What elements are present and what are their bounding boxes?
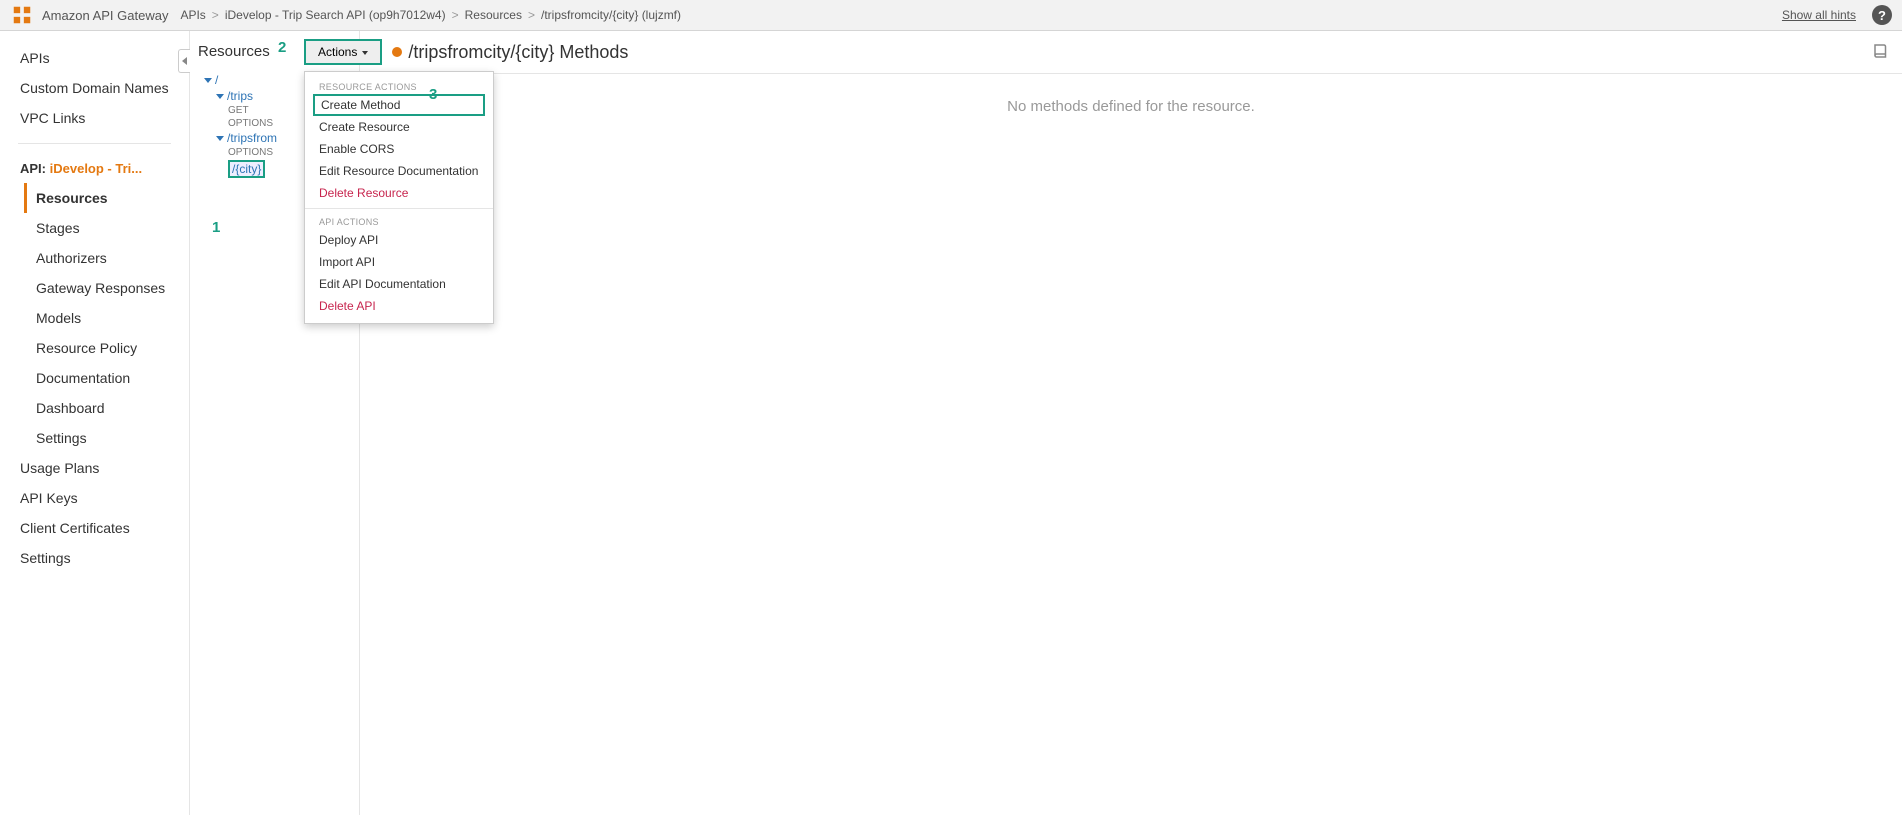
caret-down-icon — [204, 78, 212, 83]
actions-dropdown: RESOURCE ACTIONS Create Method 3 Create … — [304, 71, 494, 324]
nav-models[interactable]: Models — [0, 303, 189, 333]
resources-heading: Resources — [198, 43, 270, 60]
status-dot-icon — [392, 47, 402, 57]
annotation-3: 3 — [429, 86, 437, 103]
content-area: 2 Actions RESOURCE ACTIONS Create Method… — [360, 31, 1902, 815]
nav-api-keys[interactable]: API Keys — [0, 483, 189, 513]
dropdown-import-api[interactable]: Import API — [305, 251, 493, 273]
dropdown-create-method[interactable]: Create Method — [313, 94, 485, 116]
chevron-right-icon: > — [452, 8, 459, 22]
nav-apis[interactable]: APIs — [0, 43, 189, 73]
nav-settings-global[interactable]: Settings — [0, 543, 189, 573]
breadcrumb-resource[interactable]: /tripsfromcity/{city} (lujzmf) — [541, 8, 681, 22]
service-name: Amazon API Gateway — [42, 8, 168, 23]
left-nav: APIs Custom Domain Names VPC Links API: … — [0, 31, 190, 815]
tree-trips-link[interactable]: /trips — [227, 89, 253, 103]
caret-down-icon — [216, 136, 224, 141]
nav-divider — [18, 143, 171, 144]
nav-usage-plans[interactable]: Usage Plans — [0, 453, 189, 483]
nav-settings[interactable]: Settings — [0, 423, 189, 453]
nav-api-label: API: iDevelop - Tri... — [0, 154, 189, 183]
no-methods-message: No methods defined for the resource. — [360, 74, 1902, 115]
breadcrumb-resources[interactable]: Resources — [465, 8, 522, 22]
dropdown-delete-api[interactable]: Delete API — [305, 295, 493, 317]
chevron-right-icon: > — [212, 8, 219, 22]
chevron-right-icon: > — [528, 8, 535, 22]
annotation-2: 2 — [278, 39, 286, 56]
content-header: 2 Actions RESOURCE ACTIONS Create Method… — [360, 31, 1902, 74]
dropdown-delete-resource[interactable]: Delete Resource — [305, 182, 493, 204]
dropdown-edit-api-doc[interactable]: Edit API Documentation — [305, 273, 493, 295]
book-icon[interactable] — [1872, 42, 1890, 63]
nav-vpc-links[interactable]: VPC Links — [0, 103, 189, 133]
help-icon[interactable]: ? — [1872, 5, 1892, 25]
nav-api-key: API: — [20, 161, 46, 176]
breadcrumb: APIs > iDevelop - Trip Search API (op9h7… — [180, 8, 681, 22]
nav-custom-domain[interactable]: Custom Domain Names — [0, 73, 189, 103]
nav-api-value: iDevelop - Tri... — [50, 161, 142, 176]
dropdown-section-resource: RESOURCE ACTIONS — [305, 78, 493, 94]
nav-client-certificates[interactable]: Client Certificates — [0, 513, 189, 543]
breadcrumb-api[interactable]: iDevelop - Trip Search API (op9h7012w4) — [225, 8, 446, 22]
dropdown-section-api: API ACTIONS — [305, 213, 493, 229]
nav-authorizers[interactable]: Authorizers — [0, 243, 189, 273]
dropdown-edit-resource-doc[interactable]: Edit Resource Documentation — [305, 160, 493, 182]
dropdown-enable-cors[interactable]: Enable CORS — [305, 138, 493, 160]
nav-documentation[interactable]: Documentation — [0, 363, 189, 393]
caret-down-icon — [216, 94, 224, 99]
actions-button[interactable]: Actions — [304, 39, 382, 65]
breadcrumb-apis[interactable]: APIs — [180, 8, 205, 22]
nav-gateway-responses[interactable]: Gateway Responses — [0, 273, 189, 303]
topbar: Amazon API Gateway APIs > iDevelop - Tri… — [0, 0, 1902, 31]
annotation-1: 1 — [212, 219, 220, 236]
tree-city-link[interactable]: /{city} — [232, 162, 261, 176]
dropdown-deploy-api[interactable]: Deploy API — [305, 229, 493, 251]
page-title: /tripsfromcity/{city} Methods — [408, 42, 628, 63]
tree-root-link[interactable]: / — [215, 73, 218, 87]
tree-tripsfrom-link[interactable]: /tripsfrom — [227, 131, 277, 145]
dropdown-divider — [305, 208, 493, 209]
nav-dashboard[interactable]: Dashboard — [0, 393, 189, 423]
nav-stages[interactable]: Stages — [0, 213, 189, 243]
nav-resource-policy[interactable]: Resource Policy — [0, 333, 189, 363]
nav-resources[interactable]: Resources — [24, 183, 189, 213]
show-all-hints-link[interactable]: Show all hints — [1782, 8, 1856, 22]
aws-logo-icon — [10, 3, 34, 27]
collapse-nav-toggle[interactable] — [178, 49, 190, 73]
dropdown-create-resource[interactable]: Create Resource — [305, 116, 493, 138]
